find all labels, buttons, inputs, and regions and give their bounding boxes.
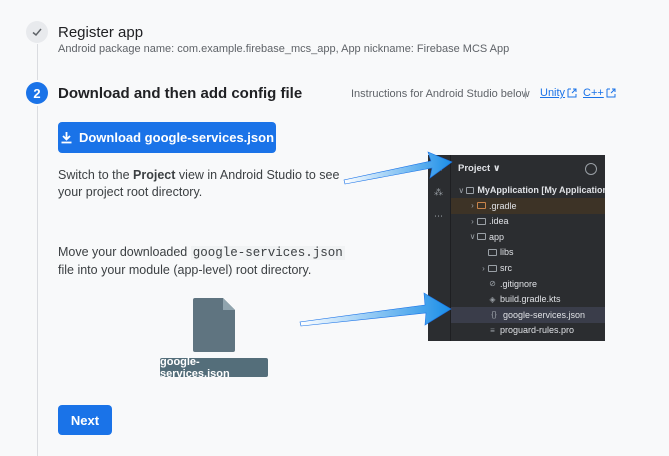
tree-item-label: build.gradle.kts xyxy=(500,294,561,305)
tree-item-label: google-services.json xyxy=(503,309,586,320)
cpp-link-label: C++ xyxy=(583,87,604,99)
external-link-icon xyxy=(606,88,616,98)
target-icon xyxy=(585,163,597,175)
folder-icon xyxy=(488,248,497,256)
step1-check-circle xyxy=(26,21,48,43)
text-file-icon: ≡ xyxy=(490,325,495,335)
tree-item-label: libs xyxy=(500,247,514,258)
folder-icon: ▭ xyxy=(434,163,443,173)
step1-title: Register app xyxy=(58,24,144,41)
cpp-link[interactable]: C++ xyxy=(583,87,616,99)
gradle-file-icon: ◈ xyxy=(489,294,496,304)
tree-item-label: MyApplication [My Application] xyxy=(477,185,605,195)
para2-text-after: file into your module (app-level) root d… xyxy=(58,263,312,277)
tree-item[interactable]: ≡ proguard-rules.pro xyxy=(451,322,605,338)
stepper-line-bottom xyxy=(37,106,38,456)
tree-item[interactable]: ⊘ .gitignore xyxy=(451,276,605,292)
json-icon: {} xyxy=(491,310,497,320)
instructions-separator: | xyxy=(524,87,527,99)
external-link-icon xyxy=(567,88,577,98)
unity-link[interactable]: Unity xyxy=(540,87,577,99)
tree-item[interactable]: ∨ app xyxy=(451,229,605,245)
para1-bold: Project xyxy=(133,168,176,182)
tree-item-label: .idea xyxy=(489,216,509,227)
android-studio-sidebar: ▭ ⁂ ⋯ xyxy=(428,155,451,341)
stepper-line-top xyxy=(37,44,38,80)
tree-item[interactable]: ∨ MyApplication [My Application] xyxy=(451,182,605,198)
tree-item[interactable]: › src xyxy=(451,260,605,276)
file-label: google-services.json xyxy=(160,356,268,380)
tree-item-label: app xyxy=(489,231,505,242)
folder-icon xyxy=(477,202,486,210)
step1-subtitle: Android package name: com.example.fireba… xyxy=(58,43,510,55)
step2-title: Download and then add config file xyxy=(58,85,303,102)
file-icon xyxy=(193,298,235,352)
folder-icon xyxy=(477,233,486,241)
chevron-icon: ∨ xyxy=(458,185,465,195)
check-icon xyxy=(32,28,42,37)
folder-icon xyxy=(477,217,486,225)
download-config-button[interactable]: Download google-services.json xyxy=(58,122,276,153)
android-studio-screenshot: ▭ ⁂ ⋯ Project ∨ ∨ MyApplication [My Appli… xyxy=(428,155,605,341)
step2-number-circle: 2 xyxy=(26,82,48,104)
chevron-icon: › xyxy=(471,216,474,226)
more-icon: ⋯ xyxy=(434,211,443,221)
project-view-header: Project ∨ xyxy=(458,163,501,174)
chevron-icon: › xyxy=(471,201,474,211)
chevron-icon: › xyxy=(482,263,485,273)
download-icon xyxy=(61,132,72,144)
move-file-instructions: Move your downloaded google-services.jso… xyxy=(58,244,358,279)
folder-icon xyxy=(488,264,497,272)
folder-icon xyxy=(465,186,475,194)
instructions-text: Instructions for Android Studio below xyxy=(351,88,530,100)
project-view-instructions: Switch to the Project view in Android St… xyxy=(58,167,348,201)
tree-item[interactable]: › .gradle xyxy=(451,197,605,214)
tree-item-label: .gitignore xyxy=(500,278,538,289)
chevron-icon: ∨ xyxy=(469,232,476,242)
tree-item-label: .gradle xyxy=(489,200,517,211)
tree-item[interactable]: {} google-services.json xyxy=(451,306,605,323)
para2-text-before: Move your downloaded xyxy=(58,245,191,259)
tree-item[interactable]: ◈ build.gradle.kts xyxy=(451,291,605,307)
next-button[interactable]: Next xyxy=(58,405,112,435)
download-button-label: Download google-services.json xyxy=(78,130,275,145)
para1-text-before: Switch to the xyxy=(58,168,134,182)
tree-item-label: src xyxy=(500,263,512,273)
tree-item-label: proguard-rules.pro xyxy=(500,325,575,336)
para2-code: google-services.json xyxy=(190,246,345,260)
ignore-icon: ⊘ xyxy=(489,279,496,289)
tree-item[interactable]: ∨gradle xyxy=(451,338,605,341)
tree-item[interactable]: › .idea xyxy=(451,213,605,229)
tree-item[interactable]: libs xyxy=(451,244,605,260)
structure-icon: ⁂ xyxy=(434,187,443,197)
unity-link-label: Unity xyxy=(540,87,566,99)
